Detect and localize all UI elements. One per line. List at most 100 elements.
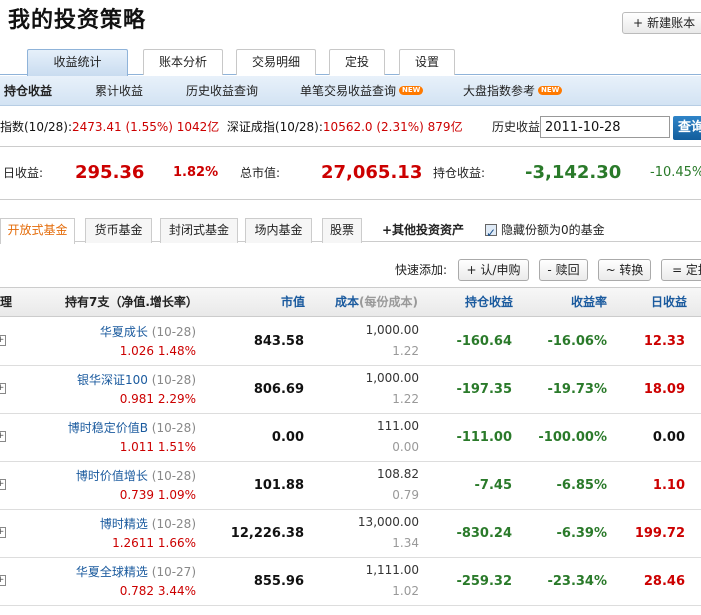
col-cost[interactable]: 成本(每份成本) [335,288,418,316]
return-rate-cell: -19.73% [547,382,607,397]
hold-profit-cell: -7.45 [474,478,512,493]
sz-index-prefix: 深证成指(10/28): [226,120,323,134]
auto-invest-button[interactable]: = 定投 [661,259,701,281]
col-manage: 理 [0,295,13,309]
daily-profit-cell: 18.09 [643,382,685,397]
fund-name-link[interactable]: 博时精选 [100,517,148,531]
fund-name-line: 博时稳定价值B (10-28) [68,419,196,436]
tab-open-fund[interactable]: 开放式基金 [0,218,75,244]
hide-zero-toggle[interactable]: 隐藏份额为0的基金 [485,218,605,246]
col-daily-profit[interactable]: 日收益 [651,288,687,316]
convert-button[interactable]: ~ 转换 [598,259,651,281]
subnav-label: 历史收益查询 [186,84,259,98]
subnav-holding-profit[interactable]: 持仓收益 [4,76,52,106]
fund-name-link[interactable]: 华夏成长 [100,325,148,339]
tab-closed-fund[interactable]: 封闭式基金 [160,218,238,243]
subnav-index-reference[interactable]: 大盘指数参考 NEW [463,76,563,106]
quick-add-label: 快速添加: [395,263,448,277]
col-market-value[interactable]: 市值 [281,288,305,316]
fund-name-line: 博时精选 (10-28) [100,515,196,532]
new-account-button[interactable]: + 新建账本 [622,12,701,34]
holding-profit-pct: -10.45% [650,165,701,180]
page-title: 我的投资策略 [8,8,147,33]
market-value-cell: 855.96 [253,574,304,589]
tab-profit-stats[interactable]: 收益统计 [27,49,128,76]
fund-date: (10-28) [151,469,196,483]
market-value-cell: 0.00 [271,430,304,445]
market-value-cell: 843.58 [253,334,304,349]
table-row[interactable]: + 华夏成长 (10-28) 1.026 1.48% 843.58 1,000.00 1.… [0,318,701,366]
tab-auto-invest[interactable]: 定投 [329,49,385,75]
subnav-label: 单笔交易收益查询 [300,84,397,98]
sz-index-value: 10562.0 (2.31%) 879亿 [322,120,463,134]
col-return-rate[interactable]: 收益率 [571,288,607,316]
hide-zero-checkbox[interactable] [485,221,497,246]
cost-cell: 1,111.00 [365,563,419,577]
query-button[interactable]: 查询 [673,116,701,140]
daily-profit-value: 295.36 [75,162,145,183]
return-rate-cell: -100.00% [538,430,607,445]
table-row[interactable]: + 博时价值增长 (10-28) 0.739 1.09% 101.88 108.82 0.… [0,462,701,510]
sub-nav: 持仓收益 累计收益 历史收益查询 单笔交易收益查询 NEW 大盘指数参考 NEW [0,76,701,106]
subnav-single-trade-query[interactable]: 单笔交易收益查询 NEW [300,76,424,106]
subnav-label: 大盘指数参考 [463,84,536,98]
return-rate-cell: -6.85% [556,478,608,493]
tab-listed-fund[interactable]: 场内基金 [245,218,312,243]
new-account-label: 新建账本 [647,16,696,30]
fund-name-link[interactable]: 博时价值增长 [76,469,148,483]
table-row[interactable]: + 银华深证100 (10-28) 0.981 2.29% 806.69 1,000.0… [0,366,701,414]
fund-nav-growth: 0.739 1.09% [119,488,196,502]
expand-icon[interactable]: + [0,575,6,586]
market-value-cell: 12,226.38 [230,526,304,541]
col-holdings[interactable]: 持有7支（净值.增长率） [65,288,198,316]
tab-money-fund[interactable]: 货币基金 [85,218,152,243]
fund-date: (10-28) [151,373,196,387]
tab-settings[interactable]: 设置 [399,49,455,75]
other-assets-link[interactable]: +其他投资资产 [382,218,464,243]
hide-zero-label: 隐藏份额为0的基金 [501,223,605,237]
tab-transactions[interactable]: 交易明细 [236,49,316,75]
main-tabs: 收益统计 账本分析 交易明细 定投 设置 [0,49,701,76]
hold-profit-cell: -259.32 [456,574,512,589]
cost-per-share-cell: 0.79 [392,488,419,502]
fund-name-link[interactable]: 银华深证100 [77,373,148,387]
cost-per-share-cell: 1.02 [392,584,419,598]
tab-account-analysis[interactable]: 账本分析 [143,49,223,75]
table-row[interactable]: + 博时稳定价值B (10-28) 1.011 1.51% 0.00 111.00 0.0… [0,414,701,462]
expand-icon[interactable]: + [0,383,6,394]
cost-cell: 111.00 [377,419,419,433]
subscribe-button[interactable]: + 认/申购 [458,259,529,281]
daily-profit-cell: 199.72 [634,526,685,541]
fund-name-link[interactable]: 华夏全球精选 [76,565,148,579]
subnav-history-query[interactable]: 历史收益查询 [186,76,258,106]
fund-date: (10-27) [151,565,196,579]
col-hold-profit[interactable]: 持仓收益 [465,288,513,316]
cost-cell: 108.82 [377,467,419,481]
cost-per-share-cell: 0.00 [392,440,419,454]
subnav-cumulative-profit[interactable]: 累计收益 [95,76,143,106]
fund-nav-growth: 0.782 3.44% [119,584,196,598]
fund-nav-growth: 0.981 2.29% [119,392,196,406]
market-value-cell: 101.88 [253,478,304,493]
hold-profit-cell: -160.64 [456,334,512,349]
table-row[interactable]: + 华夏全球精选 (10-27) 0.782 3.44% 855.96 1,111.00… [0,558,701,606]
sh-index-value: 2473.41 (1.55%) 1042亿 [72,120,220,134]
hold-profit-cell: -197.35 [456,382,512,397]
fund-name-line: 博时价值增长 (10-28) [76,467,196,484]
fund-nav-growth: 1.026 1.48% [119,344,196,358]
table-row[interactable]: + 博时精选 (10-28) 1.2611 1.66% 12,226.38 13,000… [0,510,701,558]
expand-icon[interactable]: + [0,335,6,346]
tab-stock[interactable]: 股票 [322,218,362,243]
holding-profit-label: 持仓收益: [433,166,486,180]
expand-icon[interactable]: + [0,431,6,442]
redeem-button[interactable]: - 赎回 [539,259,588,281]
fund-name-line: 银华深证100 (10-28) [77,371,196,388]
cost-per-share-cell: 1.22 [392,344,419,358]
cost-cell: 1,000.00 [365,323,419,337]
expand-icon[interactable]: + [0,479,6,490]
history-date-input[interactable] [540,116,670,138]
expand-icon[interactable]: + [0,527,6,538]
fund-name-link[interactable]: 博时稳定价值B [68,421,148,435]
fund-date: (10-28) [151,325,196,339]
plus-icon: + [633,16,644,30]
